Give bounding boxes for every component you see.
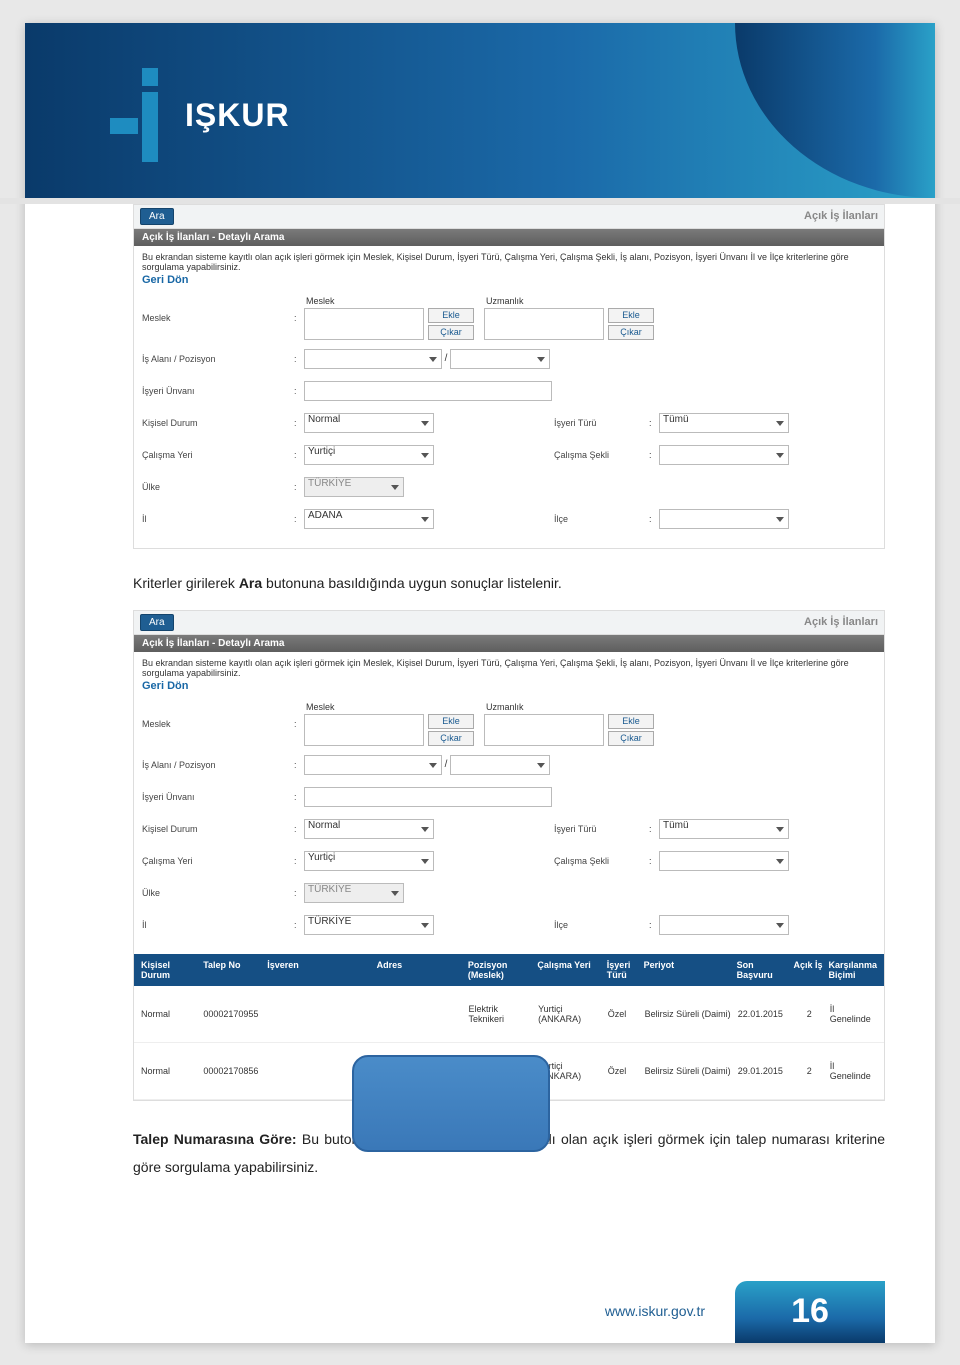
- search-button[interactable]: Ara: [140, 208, 174, 225]
- page-number: 16: [791, 1292, 829, 1331]
- calisma-sekli-select[interactable]: [659, 851, 789, 871]
- pozisyon-select[interactable]: [450, 349, 550, 369]
- ulke-select: TÜRKİYE: [304, 883, 404, 903]
- header-divider: [0, 198, 960, 204]
- col-talep-no: Talep No: [200, 960, 264, 980]
- back-link[interactable]: Geri Dön: [142, 274, 188, 286]
- col-adres: Adres: [374, 960, 465, 980]
- label-kisisel-durum: Kişisel Durum: [142, 418, 294, 428]
- label-kisisel-durum: Kişisel Durum: [142, 824, 294, 834]
- kisisel-durum-select[interactable]: Normal: [304, 819, 434, 839]
- isyeri-turu-select[interactable]: Tümü: [659, 819, 789, 839]
- ilce-select[interactable]: [659, 509, 789, 529]
- meslek-input[interactable]: [304, 714, 424, 746]
- search-form-panel-1: Ara Açık İş İlanları Açık İş İlanları - …: [133, 204, 885, 549]
- label-ulke: Ülke: [142, 482, 294, 492]
- uzmanlik-ekle-button[interactable]: Ekle: [608, 714, 654, 729]
- meslek-ekle-button[interactable]: Ekle: [428, 714, 474, 729]
- col-pozisyon: Pozisyon (Meslek): [465, 960, 534, 980]
- isyeri-unvani-input[interactable]: [304, 381, 552, 401]
- label-isyeri-unvani: İşyeri Ünvanı: [142, 386, 294, 396]
- uzmanlik-cikar-button[interactable]: Çıkar: [608, 731, 654, 746]
- header-uzmanlik: Uzmanlık: [484, 702, 654, 712]
- label-meslek: Meslek: [142, 313, 294, 323]
- label-isyeri-unvani: İşyeri Ünvanı: [142, 792, 294, 802]
- header-meslek: Meslek: [304, 702, 474, 712]
- calisma-sekli-select[interactable]: [659, 445, 789, 465]
- col-periyot: Periyot: [641, 960, 734, 980]
- search-form-panel-2: Ara Açık İş İlanları Açık İş İlanları - …: [133, 610, 885, 1101]
- il-select[interactable]: TÜRKİYE: [304, 915, 434, 935]
- uzmanlik-input[interactable]: [484, 308, 604, 340]
- col-karsilanma: Karşılanma Biçimi: [825, 960, 880, 980]
- caption-1: Kriterler girilerek Ara butonuna basıldı…: [133, 573, 885, 594]
- header-uzmanlik: Uzmanlık: [484, 296, 654, 306]
- page-title: Açık İş İlanları: [804, 210, 878, 222]
- ilce-select[interactable]: [659, 915, 789, 935]
- isyeri-turu-select[interactable]: Tümü: [659, 413, 789, 433]
- isyeri-unvani-input[interactable]: [304, 787, 552, 807]
- label-il: İl: [142, 920, 294, 930]
- label-ulke: Ülke: [142, 888, 294, 898]
- label-isalani: İş Alanı / Pozisyon: [142, 760, 294, 770]
- calisma-yeri-select[interactable]: Yurtiçi: [304, 445, 434, 465]
- results-table-header: Kişisel Durum Talep No İşveren Adres Poz…: [134, 954, 884, 986]
- calisma-yeri-select[interactable]: Yurtiçi: [304, 851, 434, 871]
- label-il: İl: [142, 514, 294, 524]
- col-son-basvuru: Son Başvuru: [734, 960, 791, 980]
- uzmanlik-ekle-button[interactable]: Ekle: [608, 308, 654, 323]
- col-isyeri-turu: İşyeri Türü: [604, 960, 641, 980]
- label-isyeri-turu: İşyeri Türü: [554, 418, 649, 428]
- meslek-input[interactable]: [304, 308, 424, 340]
- col-acik-is: Açık İş: [790, 960, 825, 980]
- label-meslek: Meslek: [142, 719, 294, 729]
- il-select[interactable]: ADANA: [304, 509, 434, 529]
- panel-title: Açık İş İlanları - Detaylı Arama: [134, 635, 884, 652]
- header-meslek: Meslek: [304, 296, 474, 306]
- label-calisma-yeri: Çalışma Yeri: [142, 450, 294, 460]
- isalani-select[interactable]: [304, 349, 442, 369]
- label-calisma-yeri: Çalışma Yeri: [142, 856, 294, 866]
- col-isveren: İşveren: [264, 960, 373, 980]
- uzmanlik-cikar-button[interactable]: Çıkar: [608, 325, 654, 340]
- back-link[interactable]: Geri Dön: [142, 680, 188, 692]
- label-calisma-sekli: Çalışma Şekli: [554, 856, 649, 866]
- pozisyon-select[interactable]: [450, 755, 550, 775]
- redacted-overlay: [352, 1055, 550, 1152]
- label-ilce: İlçe: [554, 920, 649, 930]
- label-isyeri-turu: İşyeri Türü: [554, 824, 649, 834]
- logo-text: IŞKUR: [185, 97, 290, 134]
- col-calisma-yeri: Çalışma Yeri: [534, 960, 603, 980]
- uzmanlik-input[interactable]: [484, 714, 604, 746]
- panel-instructions: Bu ekrandan sisteme kayıtlı olan açık iş…: [142, 658, 876, 678]
- panel-instructions: Bu ekrandan sisteme kayıtlı olan açık iş…: [142, 252, 876, 272]
- label-ilce: İlçe: [554, 514, 649, 524]
- logo: IŞKUR: [110, 68, 290, 163]
- meslek-cikar-button[interactable]: Çıkar: [428, 325, 474, 340]
- ulke-select: TÜRKİYE: [304, 477, 404, 497]
- footer-url: www.iskur.gov.tr: [605, 1303, 705, 1319]
- meslek-ekle-button[interactable]: Ekle: [428, 308, 474, 323]
- meslek-cikar-button[interactable]: Çıkar: [428, 731, 474, 746]
- table-row[interactable]: Normal 00002170955 Elektrik Teknikeri Yu…: [134, 986, 884, 1043]
- label-calisma-sekli: Çalışma Şekli: [554, 450, 649, 460]
- footer-page-block: 16: [735, 1281, 885, 1343]
- kisisel-durum-select[interactable]: Normal: [304, 413, 434, 433]
- col-kisisel-durum: Kişisel Durum: [138, 960, 200, 980]
- label-isalani: İş Alanı / Pozisyon: [142, 354, 294, 364]
- page-title: Açık İş İlanları: [804, 616, 878, 628]
- isalani-select[interactable]: [304, 755, 442, 775]
- logo-mark-icon: [110, 68, 165, 163]
- panel-title: Açık İş İlanları - Detaylı Arama: [134, 229, 884, 246]
- search-button[interactable]: Ara: [140, 614, 174, 631]
